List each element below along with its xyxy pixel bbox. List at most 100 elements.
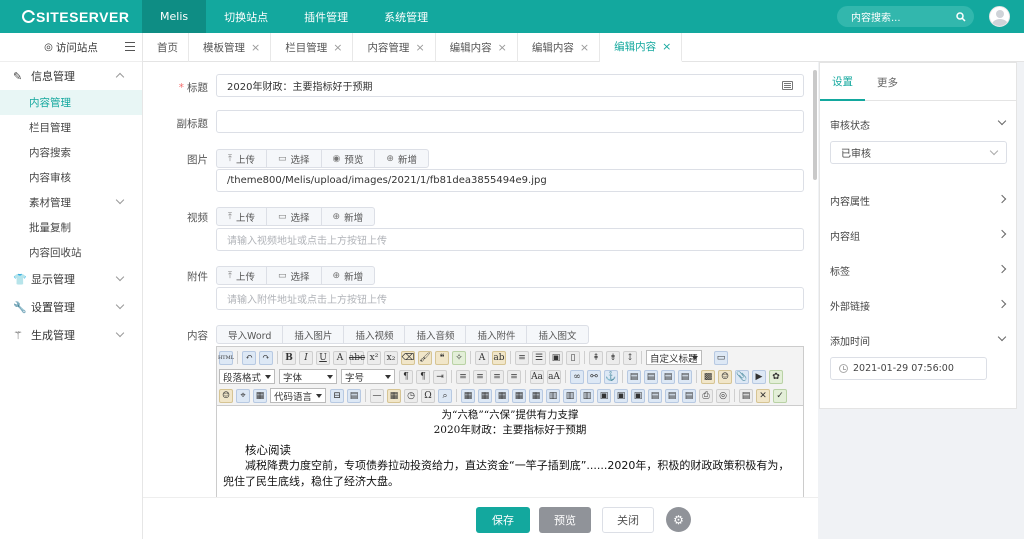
sidebar-item-content-audit[interactable]: 内容审核 xyxy=(0,165,142,190)
attach-url-input[interactable]: 请输入附件地址或点击上方按钮上传 xyxy=(216,287,804,310)
insert-image-icon[interactable]: ▩ xyxy=(701,369,715,384)
video-icon[interactable]: ▶ xyxy=(752,369,766,384)
page-break-icon[interactable]: ⊟ xyxy=(330,388,344,403)
emotion-icon[interactable]: ☺ xyxy=(718,369,732,384)
superscript-icon[interactable]: x² xyxy=(367,350,381,365)
merge-cells-icon[interactable]: ▣ xyxy=(597,388,611,403)
tab-template-manage[interactable]: 模板管理 × xyxy=(189,33,272,62)
highlight-icon[interactable]: ab xyxy=(492,350,506,365)
nav-plugin-manage[interactable]: 插件管理 xyxy=(286,0,366,33)
subscript-icon[interactable]: x₂ xyxy=(384,350,398,365)
add-time-header[interactable]: 添加时间 xyxy=(830,330,1008,350)
html-source-icon[interactable]: HTML xyxy=(218,350,234,365)
indent-icon[interactable]: ⇥ xyxy=(433,369,447,384)
video-select-button[interactable]: ▭ 选择 xyxy=(267,208,322,225)
close-icon[interactable]: × xyxy=(662,40,671,53)
time-icon[interactable]: ◷ xyxy=(404,388,418,403)
attach-add-button[interactable]: ⊕ 新增 xyxy=(322,267,375,284)
align-center-icon[interactable]: ≡ xyxy=(473,369,487,384)
close-icon[interactable]: × xyxy=(333,41,342,54)
video-url-input[interactable]: 请输入视频地址或点击上方按钮上传 xyxy=(216,228,804,251)
emoji-icon[interactable]: ☺ xyxy=(219,388,233,403)
format-brush-icon[interactable]: 🖌 xyxy=(418,350,432,365)
avatar[interactable] xyxy=(989,6,1010,27)
menu-toggle-icon[interactable] xyxy=(125,42,135,51)
visit-site-link[interactable]: 访问站点 xyxy=(56,40,98,55)
nav-melis[interactable]: Melis xyxy=(142,0,207,33)
search-icon[interactable] xyxy=(956,11,966,22)
unordered-list-icon[interactable]: ☰ xyxy=(532,350,546,365)
sidebar-group-info[interactable]: ✎ 信息管理 xyxy=(0,62,142,90)
tab-edit-content-2[interactable]: 编辑内容 × xyxy=(518,33,601,62)
image-float-right-icon[interactable]: ▤ xyxy=(661,369,675,384)
code-language-select[interactable]: 代码语言 xyxy=(270,388,326,403)
drafts-icon[interactable]: ▤ xyxy=(739,388,753,403)
ltr-icon[interactable]: ¶ xyxy=(399,369,413,384)
logo[interactable]: SITESERVER xyxy=(0,0,142,33)
underline-icon[interactable]: U xyxy=(316,350,330,365)
scrollbar-thumb[interactable] xyxy=(813,70,817,180)
video-add-button[interactable]: ⊕ 新增 xyxy=(322,208,375,225)
sidebar-group-settings[interactable]: 🔧 设置管理 xyxy=(0,293,142,321)
template-icon[interactable]: ▤ xyxy=(347,388,361,403)
strikethrough-icon[interactable]: abc xyxy=(349,350,365,365)
audit-status-header[interactable]: 审核状态 xyxy=(830,114,1008,134)
tab-content-manage[interactable]: 内容管理 × xyxy=(353,33,436,62)
image-add-button[interactable]: ⊕ 新增 xyxy=(375,150,428,167)
link-icon[interactable]: ∞ xyxy=(570,369,584,384)
nav-system-manage[interactable]: 系统管理 xyxy=(366,0,446,33)
spellcheck-icon[interactable]: ✓ xyxy=(773,388,787,403)
search-replace-icon[interactable]: ⌕ xyxy=(438,388,452,403)
form-scrollbar[interactable] xyxy=(812,62,818,505)
sidebar-item-batch-copy[interactable]: 批量复制 xyxy=(0,215,142,240)
wordimage-icon[interactable]: ✕ xyxy=(756,388,770,403)
tab-home[interactable]: 首页 xyxy=(143,33,189,62)
attachment-icon[interactable]: 📎 xyxy=(735,369,749,384)
fullscreen-icon[interactable]: ▭ xyxy=(714,350,728,365)
bold-icon[interactable]: B xyxy=(282,350,296,365)
special-chars-icon[interactable]: Ω xyxy=(421,388,435,403)
attach-upload-button[interactable]: ⤒ 上传 xyxy=(217,267,267,284)
sidebar-item-content-manage[interactable]: 内容管理 xyxy=(0,90,142,115)
quote-icon[interactable]: ❝ xyxy=(435,350,449,365)
align-right-icon[interactable]: ≡ xyxy=(490,369,504,384)
image-float-left-icon[interactable]: ▤ xyxy=(644,369,658,384)
close-icon[interactable]: × xyxy=(251,41,260,54)
content-search-input[interactable]: 内容搜索... xyxy=(837,6,974,27)
clear-doc-icon[interactable]: ▯ xyxy=(566,350,580,365)
print-icon[interactable]: ⎙ xyxy=(699,388,713,403)
row-spacing-top-icon[interactable]: ⇞ xyxy=(589,350,603,365)
add-time-picker[interactable]: 2021-01-29 07:56:00 xyxy=(830,357,987,380)
close-icon[interactable]: × xyxy=(415,41,424,54)
tab-settings[interactable]: 设置 xyxy=(820,63,865,101)
insert-frame-icon[interactable]: ▦ xyxy=(253,388,267,403)
title-input[interactable]: 2020年财政：主要指标好于预期 xyxy=(216,74,804,97)
font-border-icon[interactable]: A xyxy=(333,350,347,365)
font-color-icon[interactable]: A xyxy=(475,350,489,365)
auto-format-icon[interactable]: ✧ xyxy=(452,350,466,365)
insert-attachment-button[interactable]: 插入附件 xyxy=(466,326,528,343)
delete-row-icon[interactable]: ▦ xyxy=(529,388,543,403)
align-justify-icon[interactable]: ≡ xyxy=(507,369,521,384)
insert-col-before-icon[interactable]: ▥ xyxy=(546,388,560,403)
insert-video-button[interactable]: 插入视频 xyxy=(344,326,406,343)
tab-channel-manage[interactable]: 栏目管理 × xyxy=(271,33,354,62)
merge-right-icon[interactable]: ▣ xyxy=(614,388,628,403)
insert-row-after-icon[interactable]: ▦ xyxy=(512,388,526,403)
gear-icon[interactable]: ⚙ xyxy=(666,507,691,532)
external-link-item[interactable]: 外部链接 xyxy=(830,295,1008,315)
insert-image-button[interactable]: 插入图片 xyxy=(283,326,345,343)
content-attributes-item[interactable]: 内容属性 xyxy=(830,190,1008,210)
image-url-input[interactable]: /theme800/Melis/upload/images/2021/1/fb8… xyxy=(216,169,804,192)
anchor-icon[interactable]: ⚓ xyxy=(604,369,618,384)
sidebar-group-display[interactable]: 👕 显示管理 xyxy=(0,265,142,293)
italic-icon[interactable]: I xyxy=(299,350,313,365)
sidebar-item-recycle-bin[interactable]: 内容回收站 xyxy=(0,240,142,265)
split-cells-icon[interactable]: ▤ xyxy=(648,388,662,403)
image-preview-button[interactable]: ◉ 预览 xyxy=(322,150,376,167)
merge-down-icon[interactable]: ▣ xyxy=(631,388,645,403)
editor-body[interactable]: 为“六稳”“六保”提供有力支撑 2020年财政：主要指标好于预期 核心阅读 减税… xyxy=(217,406,803,492)
unlink-icon[interactable]: ⚯ xyxy=(587,369,601,384)
preview-icon[interactable]: ◎ xyxy=(716,388,730,403)
save-button[interactable]: 保存 xyxy=(476,507,530,533)
